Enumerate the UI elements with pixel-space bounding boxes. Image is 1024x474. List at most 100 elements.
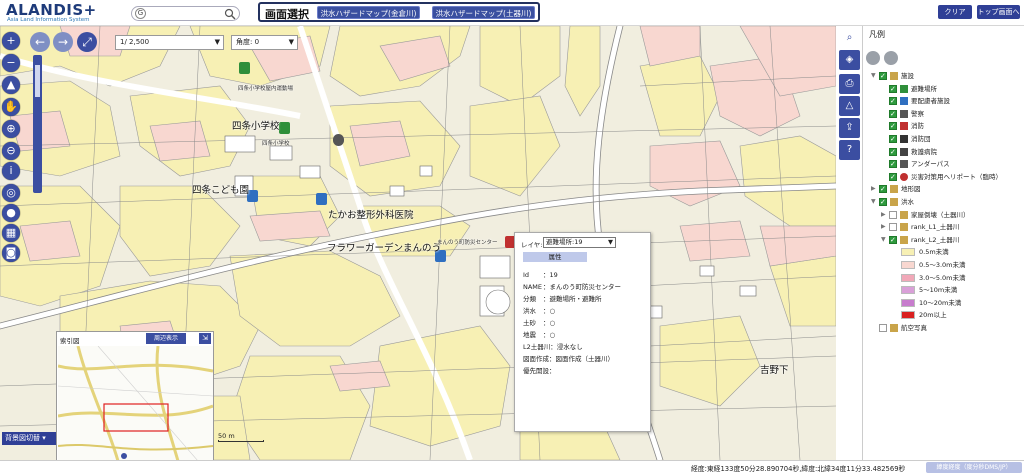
legend-row[interactable]: ▶ 地形図 [863, 183, 1024, 195]
popup-attribute-tab[interactable]: 属性 [523, 252, 587, 262]
overview-map[interactable]: 索引図 周辺表示 ⇲ [56, 331, 214, 460]
expand-down-icon[interactable]: ▼ [871, 196, 876, 208]
legend-checkbox[interactable] [889, 223, 897, 232]
legend-label: 20m以上 [919, 311, 947, 320]
legend-checkbox[interactable] [879, 324, 887, 332]
legend-row[interactable]: ▼ 洪水 [863, 196, 1024, 208]
legend-row[interactable]: 警察 [863, 108, 1024, 120]
legend-checkbox[interactable] [889, 146, 897, 158]
legend-checkbox[interactable] [889, 83, 897, 95]
legend-row[interactable]: ▶ rank_L1_土器川 [863, 221, 1024, 233]
scale-dropdown[interactable]: 1/ 2,500 ▼ [115, 35, 224, 50]
zoom-slider-thumb[interactable] [35, 65, 40, 97]
legend-checkbox[interactable] [889, 234, 897, 246]
legend-row[interactable]: 0.5〜3.0m未満 [863, 259, 1024, 271]
legend-row[interactable]: 0.5m未満 [863, 246, 1024, 258]
pan-hand-icon[interactable]: ✋ [2, 98, 20, 116]
legend-row[interactable]: 航空写真 [863, 322, 1024, 334]
top-screen-button[interactable]: トップ画面へ [977, 5, 1020, 19]
print-icon[interactable]: ⎙ [839, 74, 860, 94]
legend-checkbox[interactable] [889, 171, 897, 183]
legend-row[interactable]: 救護病院 [863, 146, 1024, 158]
angle-dropdown[interactable]: 角度: 0 ▼ [231, 35, 298, 50]
legend-row[interactable]: ▶ 家屋倒壊（土器川） [863, 209, 1024, 221]
hazard-map-kanakura-button[interactable]: 洪水ハザードマップ(金倉川) [317, 6, 420, 19]
layers-icon[interactable]: ◈ [839, 50, 860, 70]
expand-right-icon[interactable]: ▶ [871, 183, 876, 195]
zoom-slider[interactable] [33, 55, 42, 193]
legend-row[interactable]: 消防 [863, 120, 1024, 132]
zoom-box-out-icon[interactable]: ⊖ [2, 142, 20, 160]
scale-bar: 50 m [218, 432, 264, 442]
search-icon[interactable] [224, 8, 236, 20]
expand-right-icon[interactable]: ▶ [881, 209, 886, 221]
zoom-in-button[interactable]: + [2, 32, 20, 50]
search-icon[interactable]: ⌕ [839, 28, 860, 48]
overview-collapse-icon[interactable]: ⇲ [199, 333, 211, 344]
expand-down-icon[interactable]: ▼ [871, 70, 876, 82]
help-icon[interactable]: ? [839, 140, 860, 160]
legend-row[interactable]: ▼ rank_L2_土器川 [863, 234, 1024, 246]
hazard-map-dokigawa-button[interactable]: 洪水ハザードマップ(土器川) [432, 6, 535, 19]
legend-row[interactable]: 災害対策用ヘリポート（臨時） [863, 171, 1024, 183]
search-box[interactable]: G [131, 6, 240, 21]
locate-icon[interactable]: ◎ [2, 184, 20, 202]
scale-bar-label: 50 m [218, 432, 235, 440]
camera-icon[interactable]: ◙ [2, 244, 20, 262]
back-arrow-icon[interactable]: ← [30, 32, 50, 52]
evacuation-site-pin[interactable] [239, 62, 250, 74]
legend-checkbox[interactable] [879, 70, 887, 82]
legend-row[interactable]: アンダーパス [863, 158, 1024, 170]
background-switch-button[interactable]: 背景図切替 ▾ [2, 432, 56, 445]
popup-layer-value: 避難場所:19 [546, 238, 583, 246]
feature-info-popup[interactable]: レイヤ: 避難場所:19 ▼ 属性 Id ：19 NAME：まんのう町防災センター… [514, 232, 651, 432]
legend-row[interactable]: ▼ 施設 [863, 70, 1024, 82]
app-header: ALANDIS+ Asia Land Information System G … [0, 0, 1024, 26]
popup-row: Id ：19 [523, 271, 558, 279]
legend-row[interactable]: 10〜20m未満 [863, 297, 1024, 309]
popup-layer-select[interactable]: 避難場所:19 ▼ [543, 237, 616, 248]
export-icon[interactable]: ⇪ [839, 118, 860, 138]
screen-select-label: 画面選択 [265, 8, 309, 21]
layers-map-icon[interactable]: ▦ [2, 224, 20, 242]
expand-down-icon[interactable]: ▼ [881, 234, 886, 246]
legend-label: 消防団 [911, 135, 931, 143]
map-canvas[interactable]: 四条小学校 四条こども園 たかお整形外科医院 フラワーガーデンまんのう まんのう… [0, 26, 836, 460]
zoom-box-in-icon[interactable]: ⊕ [2, 120, 20, 138]
legend-checkbox[interactable] [879, 196, 887, 208]
legend-checkbox[interactable] [889, 158, 897, 170]
fullscreen-icon[interactable]: ⤢ [77, 32, 97, 52]
legend-tab-detail-icon[interactable] [884, 51, 898, 65]
legend-label: 地形図 [901, 185, 921, 194]
app-logo[interactable]: ALANDIS+ Asia Land Information System [6, 1, 106, 25]
legend-label: 警察 [911, 109, 924, 118]
evacuation-site-pin[interactable] [279, 122, 290, 134]
marker-icon[interactable]: ● [2, 204, 20, 222]
legend-tab-list-icon[interactable] [866, 51, 880, 65]
expand-right-icon[interactable]: ▶ [881, 221, 886, 233]
coordinate-system-button[interactable]: 緯度経度（度分秒DMS/JP） [926, 462, 1022, 473]
info-icon[interactable]: i [2, 162, 20, 180]
north-arrow-icon[interactable]: ▲ [2, 76, 20, 94]
search-input[interactable] [149, 8, 225, 19]
legend-checkbox[interactable] [889, 95, 897, 107]
measure-icon[interactable]: △ [839, 96, 860, 116]
police-pin[interactable] [333, 134, 344, 146]
forward-arrow-icon[interactable]: → [53, 32, 73, 52]
legend-row[interactable]: 5〜10m未満 [863, 284, 1024, 296]
legend-checkbox[interactable] [889, 120, 897, 132]
legend-checkbox[interactable] [889, 210, 897, 219]
legend-row[interactable]: 要配慮者施設 [863, 95, 1024, 107]
legend-checkbox[interactable] [889, 108, 897, 120]
clear-button[interactable]: クリア [938, 5, 972, 19]
background-switch-label: 背景図切替 [5, 434, 40, 442]
legend-row[interactable]: 避難場所 [863, 83, 1024, 95]
legend-row[interactable]: 消防団 [863, 133, 1024, 145]
zoom-out-button[interactable]: − [2, 54, 20, 72]
care-facility-pin[interactable] [316, 193, 327, 205]
legend-row[interactable]: 3.0〜5.0m未満 [863, 272, 1024, 284]
legend-row[interactable]: 20m以上 [863, 309, 1024, 321]
legend-checkbox[interactable] [879, 183, 887, 195]
legend-checkbox[interactable] [889, 133, 897, 145]
overview-show-button[interactable]: 周辺表示 [146, 333, 186, 344]
